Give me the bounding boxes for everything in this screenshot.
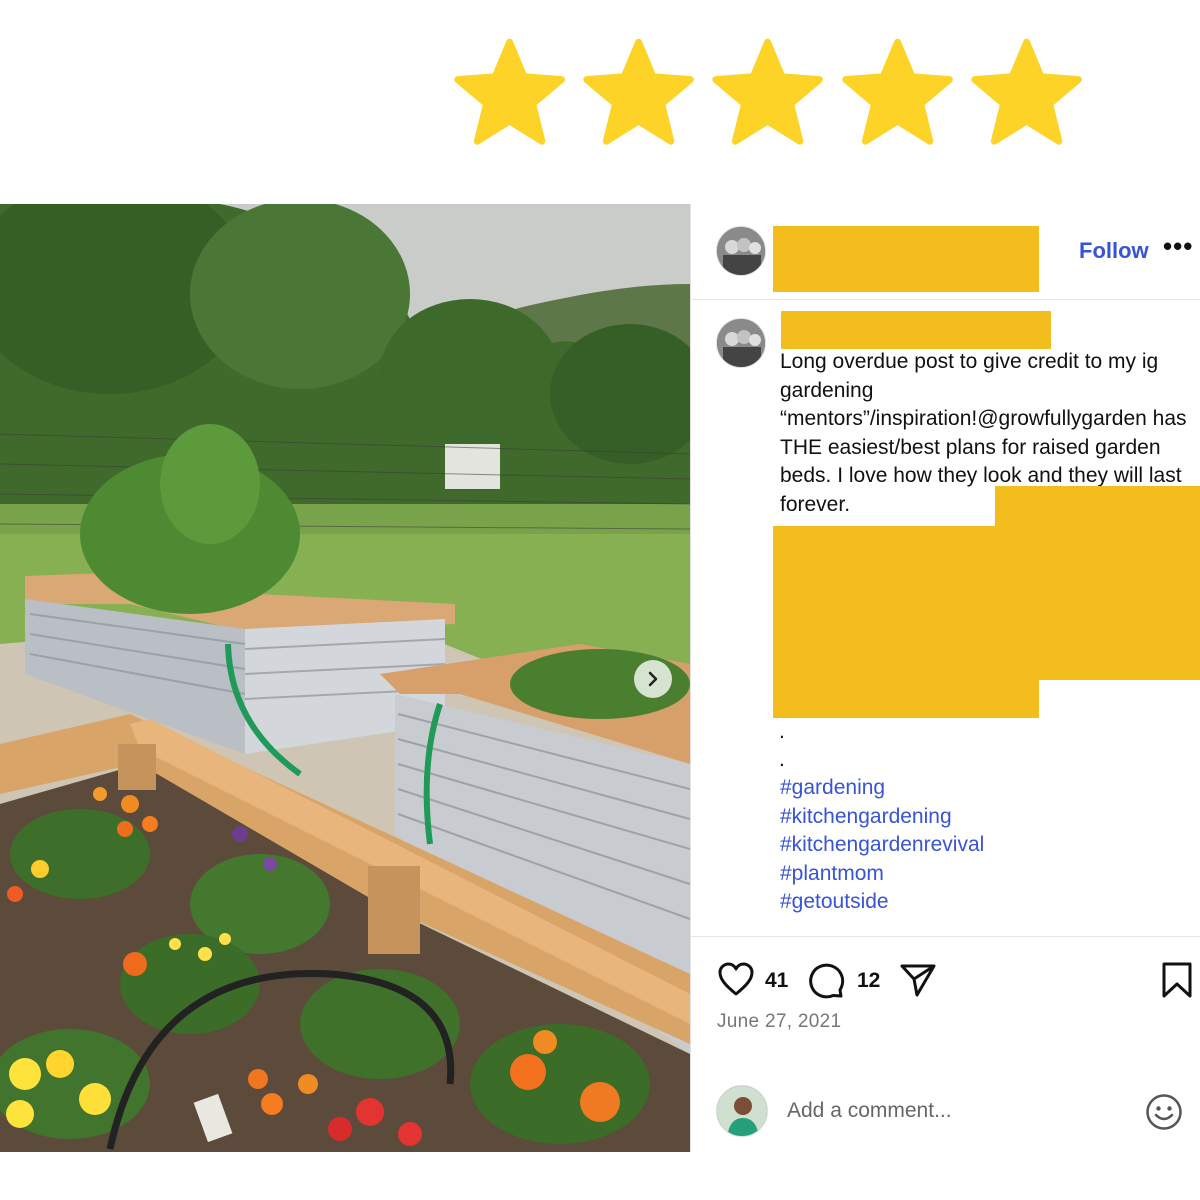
- star-icon: [583, 38, 695, 145]
- comment-input[interactable]: [787, 1093, 1127, 1129]
- post-header: Follow •••: [691, 204, 1200, 300]
- avatar-image: [717, 227, 765, 275]
- comment-icon[interactable]: [807, 961, 845, 999]
- redacted-caption-text: [773, 526, 1039, 718]
- star-icon: [841, 38, 953, 145]
- emoji-icon[interactable]: [1145, 1093, 1183, 1131]
- add-comment-row: [691, 1077, 1200, 1153]
- more-options-button[interactable]: •••: [1163, 233, 1193, 259]
- star-icon: [712, 38, 824, 145]
- likes-count: 41: [765, 969, 789, 992]
- current-user-avatar: [716, 1085, 768, 1137]
- comments-count: 12: [857, 969, 881, 992]
- hashtag-link[interactable]: #getoutside: [780, 888, 984, 917]
- redacted-caption-username: [781, 311, 1051, 349]
- caption-dot: .: [779, 720, 785, 743]
- hashtag-list: #gardening #kitchengardening #kitchengar…: [780, 774, 984, 917]
- avatar-image: [717, 1086, 767, 1136]
- instagram-post: Follow ••• Long overdue post to give cre…: [0, 204, 1200, 1152]
- hashtag-link[interactable]: #gardening: [780, 774, 984, 803]
- post-photo: [0, 204, 690, 1152]
- redacted-username: [773, 226, 1039, 292]
- caption-dot: .: [779, 748, 785, 771]
- next-image-button[interactable]: [634, 660, 672, 698]
- star-icon: [971, 38, 1082, 145]
- post-date: June 27, 2021: [717, 1011, 842, 1032]
- star-icon: [454, 38, 565, 145]
- post-side-panel: Follow ••• Long overdue post to give cre…: [690, 204, 1200, 1152]
- star-rating: [452, 38, 1084, 150]
- chevron-right-icon: [648, 671, 658, 687]
- follow-button[interactable]: Follow: [1079, 238, 1149, 264]
- garden-photo-illustration: [0, 204, 690, 1152]
- hashtag-link[interactable]: #kitchengardening: [780, 803, 984, 832]
- post-actions: 41 12 June 27, 2021: [691, 936, 1200, 1152]
- hashtag-link[interactable]: #kitchengardenrevival: [780, 831, 984, 860]
- avatar-image: [717, 319, 765, 367]
- author-avatar[interactable]: [716, 226, 766, 276]
- bookmark-icon[interactable]: [1161, 961, 1193, 999]
- heart-icon[interactable]: [717, 961, 755, 997]
- hashtag-link[interactable]: #plantmom: [780, 860, 984, 889]
- caption-author-avatar[interactable]: [716, 318, 766, 368]
- share-icon[interactable]: [899, 962, 937, 998]
